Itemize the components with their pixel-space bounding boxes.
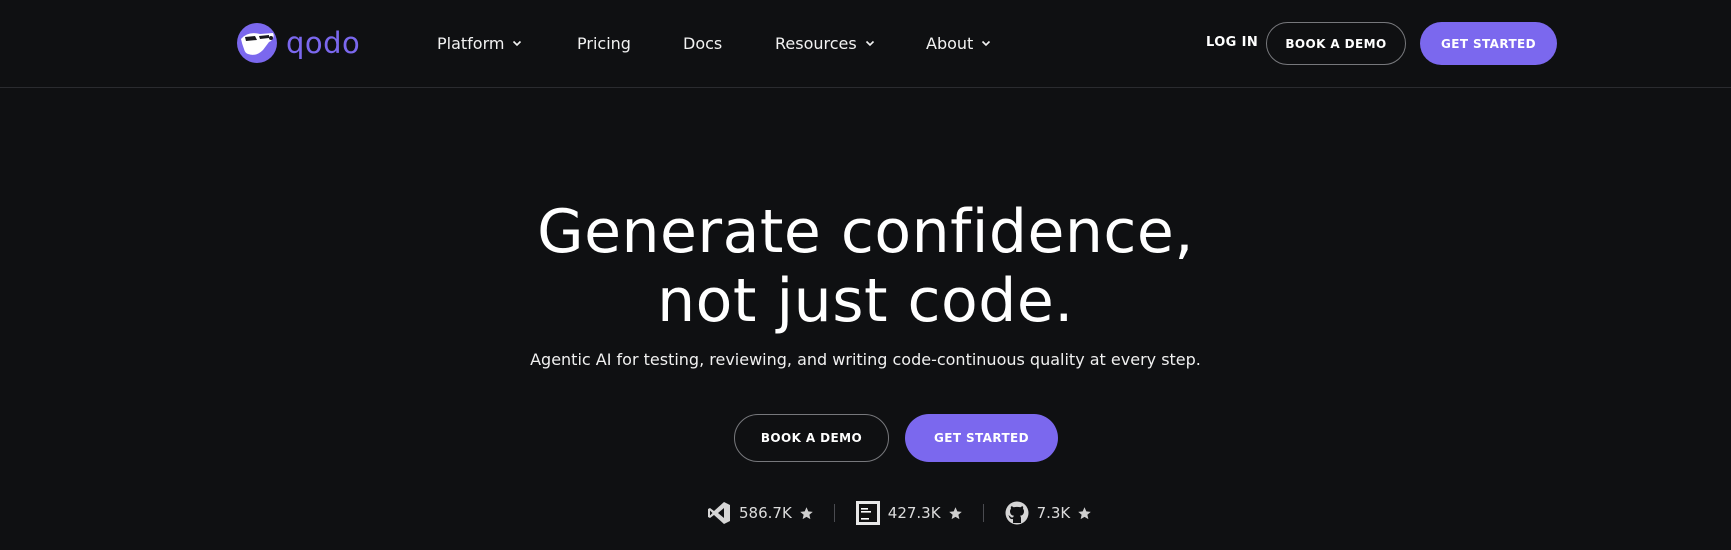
nav-item-label: Resources [775, 33, 857, 53]
logo-link[interactable]: qodo [236, 22, 360, 64]
qodo-mascot-icon [237, 23, 277, 63]
jetbrains-icon [855, 501, 880, 525]
stat-divider [833, 504, 835, 522]
nav-item-docs[interactable]: Docs [683, 30, 722, 56]
chevron-down-icon [865, 40, 874, 47]
github-icon [1005, 501, 1029, 525]
nav-item-label: Platform [437, 33, 505, 53]
nav-item-about[interactable]: About [926, 30, 991, 56]
stat-vscode: 586.7K [706, 500, 814, 526]
stat-github: 7.3K [1004, 500, 1093, 526]
nav-item-label: Pricing [577, 33, 631, 53]
login-link[interactable]: LOG IN [1206, 30, 1258, 56]
hero-headline-line-1: Generate confidence, [537, 197, 1194, 267]
hero-subheadline: Agentic AI for testing, reviewing, and w… [530, 350, 1201, 369]
nav-item-resources[interactable]: Resources [775, 30, 875, 56]
nav-item-platform[interactable]: Platform [437, 30, 522, 56]
stat-count: 427.3K [887, 504, 941, 522]
stat-count: 7.3K [1036, 504, 1071, 522]
header-get-started-button[interactable]: GET STARTED [1420, 22, 1557, 65]
install-stats: 586.7K 427.3K 7.3K [706, 500, 1092, 526]
hero-get-started-button[interactable]: GET STARTED [905, 414, 1058, 462]
nav-item-label: About [926, 33, 974, 53]
star-icon [1078, 506, 1092, 519]
stat-jetbrains: 427.3K [855, 500, 963, 526]
brand-name: qodo [286, 26, 361, 60]
nav-item-label: Docs [683, 33, 723, 53]
star-icon [948, 506, 962, 519]
star-icon [800, 506, 813, 519]
hero-book-demo-button[interactable]: BOOK A DEMO [734, 414, 889, 462]
hero-headline: Generate confidence, not just code. [0, 198, 1731, 336]
chevron-down-icon [982, 40, 991, 47]
stat-divider [982, 504, 984, 522]
site-header: qodo Platform Pricing Docs Resources Abo… [0, 0, 1731, 88]
nav-item-pricing[interactable]: Pricing [577, 30, 631, 56]
vscode-icon [708, 502, 730, 524]
hero-headline-line-2: not just code. [657, 266, 1074, 336]
chevron-down-icon [513, 40, 522, 47]
header-book-demo-button[interactable]: BOOK A DEMO [1266, 22, 1406, 65]
stat-count: 586.7K [739, 504, 792, 522]
